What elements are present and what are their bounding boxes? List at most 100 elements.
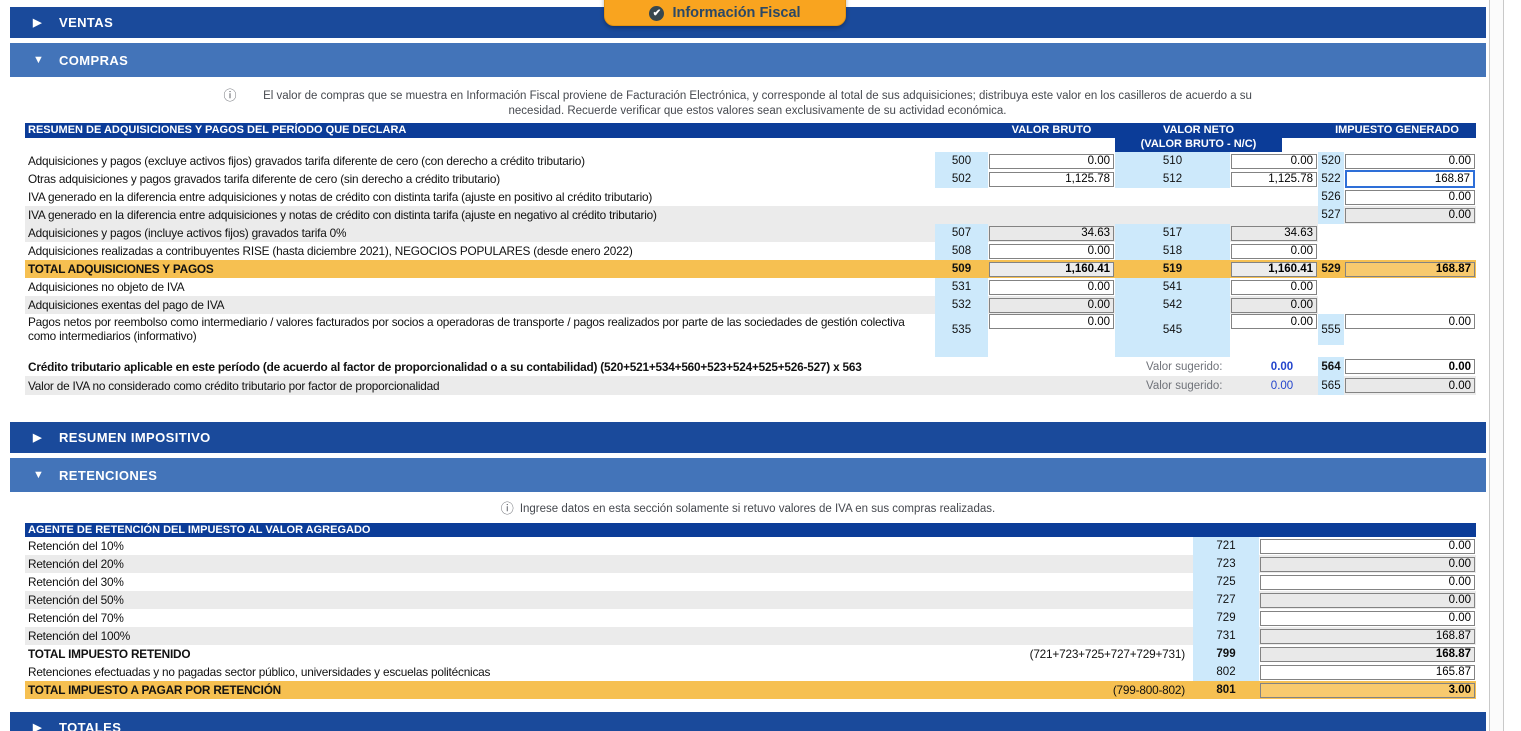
section-title-retenciones: RETENCIONES (59, 468, 157, 483)
strip-rest (1230, 345, 1476, 357)
informacion-fiscal-button[interactable]: ✔ Información Fiscal (604, 0, 846, 26)
row-label-text: Retención del 100% (28, 629, 130, 643)
code-801: 801 (1193, 681, 1259, 699)
section-title-compras: COMPRAS (59, 53, 128, 68)
row-label: Retención del 10% (25, 539, 1193, 553)
section-bar-compras[interactable]: ▼ COMPRAS (10, 43, 1486, 77)
compras-rows: Adquisiciones y pagos (excluye activos f… (25, 152, 1476, 345)
code-555: 555 (1318, 314, 1344, 345)
code-column-strip (25, 345, 1476, 357)
row-label: Adquisiciones realizadas a contribuyente… (25, 243, 935, 259)
section-title-resumen: RESUMEN IMPOSITIVO (59, 430, 211, 445)
code-727: 727 (1193, 591, 1259, 609)
col-valor-bruto: VALOR BRUTO (988, 123, 1115, 138)
code-512: 512 (1115, 170, 1230, 188)
empty-column (1318, 278, 1476, 296)
credit-row: Valor de IVA no considerado como crédito… (25, 376, 1476, 395)
retenciones-row: Retención del 100%731 (25, 627, 1476, 645)
field-725-input[interactable] (1260, 575, 1475, 590)
field-522-input[interactable] (1345, 170, 1475, 188)
suggested-value-label: Valor sugerido: (1146, 380, 1246, 392)
retenciones-row: TOTAL IMPUESTO RETENIDO(721+723+725+727+… (25, 645, 1476, 663)
field-555-input[interactable] (1345, 314, 1475, 329)
code-510: 510 (1115, 152, 1230, 170)
iva-declaration-page: ✔ Información Fiscal ▶ VENTAS ▼ COMPRAS … (0, 0, 1521, 731)
empty-columns (937, 206, 1318, 224)
row-label: Retención del 20% (25, 557, 1193, 571)
row-label: Adquisiciones y pagos (excluye activos f… (25, 153, 935, 169)
field-508-input[interactable] (989, 244, 1114, 259)
field-721-input[interactable] (1260, 539, 1475, 554)
field-512-input[interactable] (1231, 172, 1317, 187)
col-valor-neto: VALOR NETO (1115, 123, 1282, 138)
row-label: Otras adquisiciones y pagos gravados tar… (25, 171, 935, 187)
compras-row: Adquisiciones no objeto de IVA531541 (25, 278, 1476, 296)
field-520-input[interactable] (1345, 154, 1475, 169)
info-icon: ⓘ (223, 89, 236, 103)
strip-spacer (25, 345, 935, 357)
field-502-input[interactable] (989, 172, 1114, 187)
code-799: 799 (1193, 645, 1259, 663)
field-535-input[interactable] (989, 314, 1114, 329)
row-label: Retención del 70% (25, 611, 1193, 625)
field-518-input[interactable] (1231, 244, 1317, 259)
section-bar-resumen-impositivo[interactable]: ▶ RESUMEN IMPOSITIVO (10, 422, 1486, 453)
vertical-scrollbar[interactable] (1489, 0, 1504, 731)
check-circle-icon: ✔ (649, 6, 664, 21)
code-500: 500 (935, 152, 988, 170)
field-729-input[interactable] (1260, 611, 1475, 626)
row-label-text: Retenciones efectuadas y no pagadas sect… (28, 665, 490, 679)
credit-rows: Crédito tributario aplicable en este per… (25, 357, 1476, 395)
field-565-input (1345, 378, 1475, 393)
section-bar-retenciones[interactable]: ▼ RETENCIONES (10, 458, 1486, 492)
code-502: 502 (935, 170, 988, 188)
field-527-input (1345, 208, 1475, 223)
compras-row: Adquisiciones realizadas a contribuyente… (25, 242, 1476, 260)
compras-panel: ⓘ El valor de compras que se muestra en … (10, 77, 1486, 417)
empty-column (1318, 224, 1476, 242)
compras-table-header-line2: (VALOR BRUTO - N/C) (25, 138, 1476, 152)
field-545-input[interactable] (1231, 314, 1317, 329)
field-517-input (1231, 226, 1317, 241)
field-510-input[interactable] (1231, 154, 1317, 169)
field-541-input[interactable] (1231, 280, 1317, 295)
field-564-input[interactable] (1345, 359, 1475, 374)
row-label: TOTAL ADQUISICIONES Y PAGOS (25, 261, 935, 277)
field-531-input[interactable] (989, 280, 1114, 295)
row-label-text: Retención del 70% (28, 611, 124, 625)
row-label: Retención del 50% (25, 593, 1193, 607)
field-801-input (1260, 683, 1475, 698)
field-727-input (1260, 593, 1475, 608)
code-507: 507 (935, 224, 988, 242)
retenciones-row: Retención del 30%725 (25, 573, 1476, 591)
field-731-input (1260, 629, 1475, 644)
form-container: ✔ Información Fiscal ▶ VENTAS ▼ COMPRAS … (10, 7, 1486, 731)
retenciones-row: Retención del 50% 727 (25, 591, 1476, 609)
code-535: 535 (935, 314, 988, 345)
retenciones-row: Retenciones efectuadas y no pagadas sect… (25, 663, 1476, 681)
row-formula: (799-800-802) (1113, 683, 1193, 697)
retenciones-table-title: AGENTE DE RETENCIÓN DEL IMPUESTO AL VALO… (25, 523, 1476, 537)
code-541: 541 (1115, 278, 1230, 296)
suggested-value-label: Valor sugerido: (1146, 361, 1246, 373)
section-title-ventas: VENTAS (59, 15, 113, 30)
row-label: IVA generado en la diferencia entre adqu… (25, 189, 937, 205)
compras-table: RESUMEN DE ADQUISICIONES Y PAGOS DEL PER… (25, 123, 1476, 395)
code-565: 565 (1318, 376, 1344, 395)
field-802-input[interactable] (1260, 665, 1475, 680)
section-bar-totales[interactable]: ▶ TOTALES (10, 712, 1486, 731)
field-529-input (1345, 262, 1475, 277)
suggested-value: 0.00 (1246, 380, 1318, 392)
field-509-input (989, 262, 1114, 277)
field-526-input[interactable] (1345, 190, 1475, 205)
empty-column (1318, 296, 1476, 314)
compras-total-row: TOTAL ADQUISICIONES Y PAGOS509519529 (25, 260, 1476, 278)
row-label: Valor de IVA no considerado como crédito… (25, 379, 1146, 393)
row-label-text: Retención del 50% (28, 593, 124, 607)
field-500-input[interactable] (989, 154, 1114, 169)
row-label-text: TOTAL IMPUESTO A PAGAR POR RETENCIÓN (28, 683, 281, 697)
retenciones-row: Retención del 70%729 (25, 609, 1476, 627)
row-label: Adquisiciones no objeto de IVA (25, 279, 935, 295)
row-label: Crédito tributario aplicable en este per… (25, 360, 1146, 374)
strip-code1 (935, 345, 988, 357)
